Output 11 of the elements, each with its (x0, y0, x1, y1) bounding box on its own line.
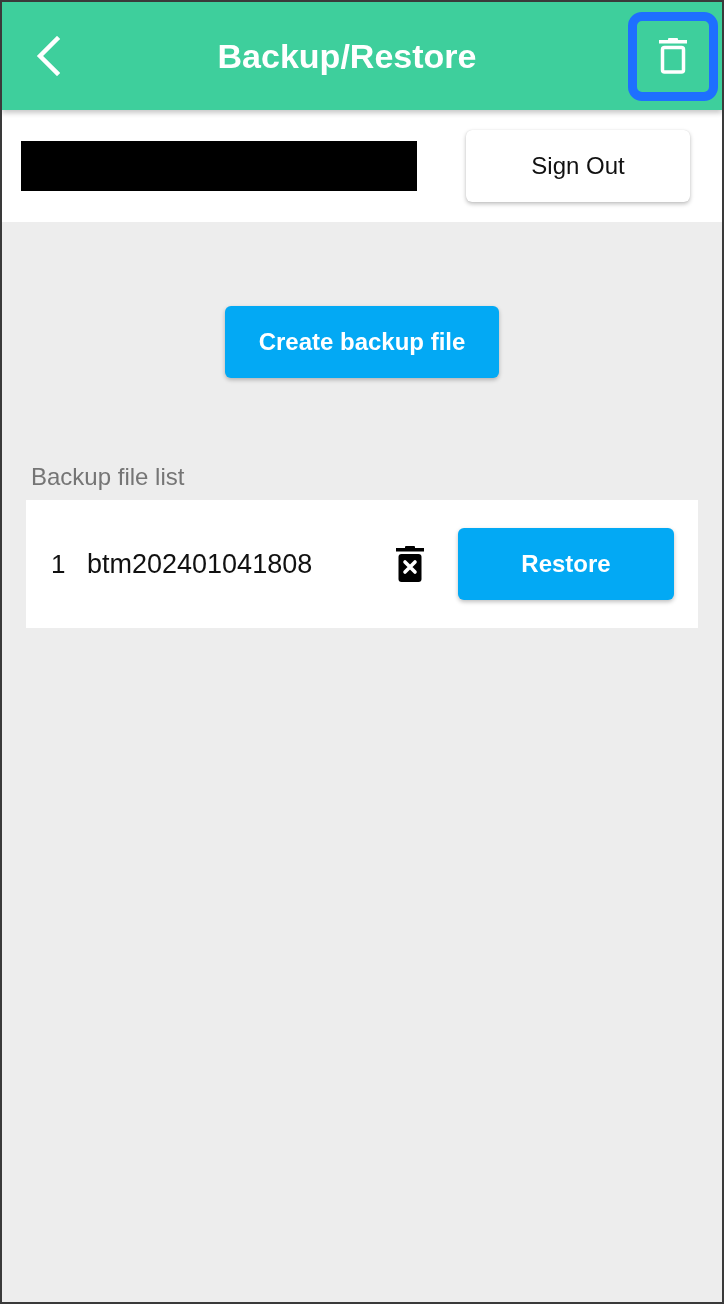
trash-icon (659, 38, 687, 74)
delete-file-icon[interactable] (396, 546, 424, 582)
screen-title: Backup/Restore (216, 36, 478, 76)
create-backup-button[interactable]: Create backup file (225, 306, 499, 378)
delete-button[interactable] (628, 11, 718, 101)
sign-out-button[interactable]: Sign Out (466, 130, 690, 202)
restore-button[interactable]: Restore (458, 528, 674, 600)
row-number: 1 (51, 548, 67, 580)
file-name: btm202401041808 (87, 548, 314, 580)
list-label: Backup file list (31, 463, 186, 491)
chevron-left-icon (36, 36, 60, 76)
